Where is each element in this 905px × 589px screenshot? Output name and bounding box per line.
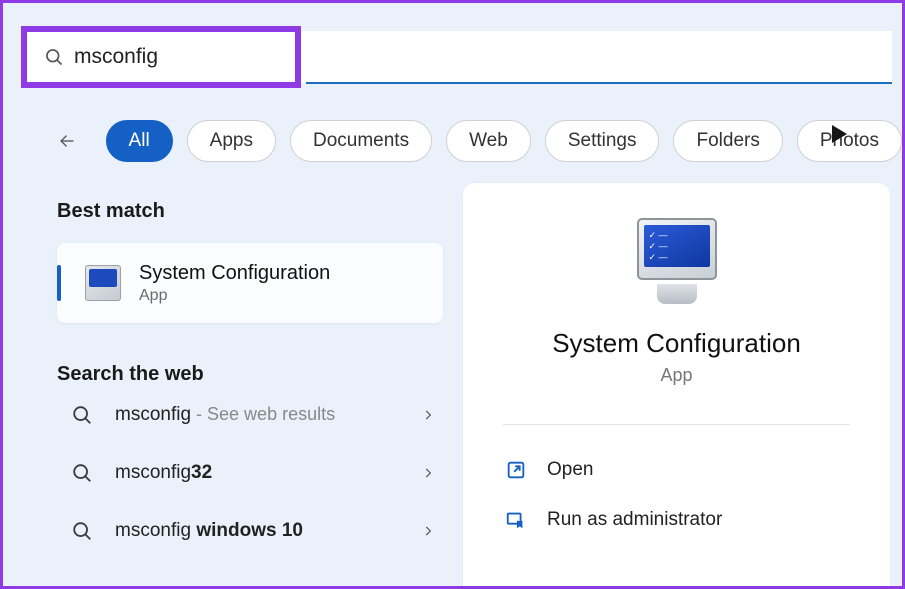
detail-panel: ✓ —✓ —✓ — System Configuration App Open …: [463, 183, 890, 586]
best-match-title: System Configuration: [139, 261, 330, 285]
search-bar[interactable]: [26, 31, 892, 83]
search-icon: [71, 520, 93, 542]
web-result[interactable]: msconfig - See web results: [57, 386, 443, 444]
search-icon: [71, 404, 93, 426]
admin-icon: [505, 509, 527, 531]
filter-folders[interactable]: Folders: [673, 120, 782, 162]
filter-all[interactable]: All: [106, 120, 173, 162]
action-label: Open: [547, 459, 593, 481]
filter-documents[interactable]: Documents: [290, 120, 432, 162]
best-match-heading: Best match: [57, 200, 443, 223]
filter-apps[interactable]: Apps: [187, 120, 276, 162]
divider: [503, 424, 850, 425]
search-web-heading: Search the web: [57, 363, 443, 386]
best-match-subtitle: App: [139, 287, 330, 305]
filter-web[interactable]: Web: [446, 120, 531, 162]
web-result-bold: windows 10: [196, 520, 303, 541]
web-result[interactable]: msconfig32: [57, 444, 443, 502]
search-icon: [44, 47, 64, 67]
filter-settings[interactable]: Settings: [545, 120, 660, 162]
detail-title: System Configuration: [552, 328, 801, 359]
action-label: Run as administrator: [547, 509, 722, 531]
system-configuration-icon: [85, 265, 121, 301]
system-configuration-icon: ✓ —✓ —✓ —: [627, 218, 727, 304]
back-button[interactable]: [58, 130, 77, 152]
web-result[interactable]: msconfig windows 10: [57, 502, 443, 560]
scroll-right-icon[interactable]: [832, 125, 847, 143]
search-icon: [71, 462, 93, 484]
chevron-right-icon: [421, 466, 435, 480]
filter-photos[interactable]: Photos: [797, 120, 902, 162]
web-result-prefix: msconfig: [115, 462, 191, 483]
web-result-hint: - See web results: [191, 404, 335, 424]
detail-subtitle: App: [660, 365, 692, 386]
web-result-prefix: msconfig: [115, 520, 196, 541]
open-icon: [505, 459, 527, 481]
filter-row: All Apps Documents Web Settings Folders …: [58, 113, 902, 168]
best-match-result[interactable]: System Configuration App: [57, 243, 443, 323]
chevron-right-icon: [421, 524, 435, 538]
chevron-right-icon: [421, 408, 435, 422]
open-action[interactable]: Open: [503, 445, 850, 495]
run-as-admin-action[interactable]: Run as administrator: [503, 495, 850, 545]
web-result-bold: 32: [191, 462, 212, 483]
search-input[interactable]: [64, 31, 892, 83]
web-result-prefix: msconfig: [115, 404, 191, 425]
